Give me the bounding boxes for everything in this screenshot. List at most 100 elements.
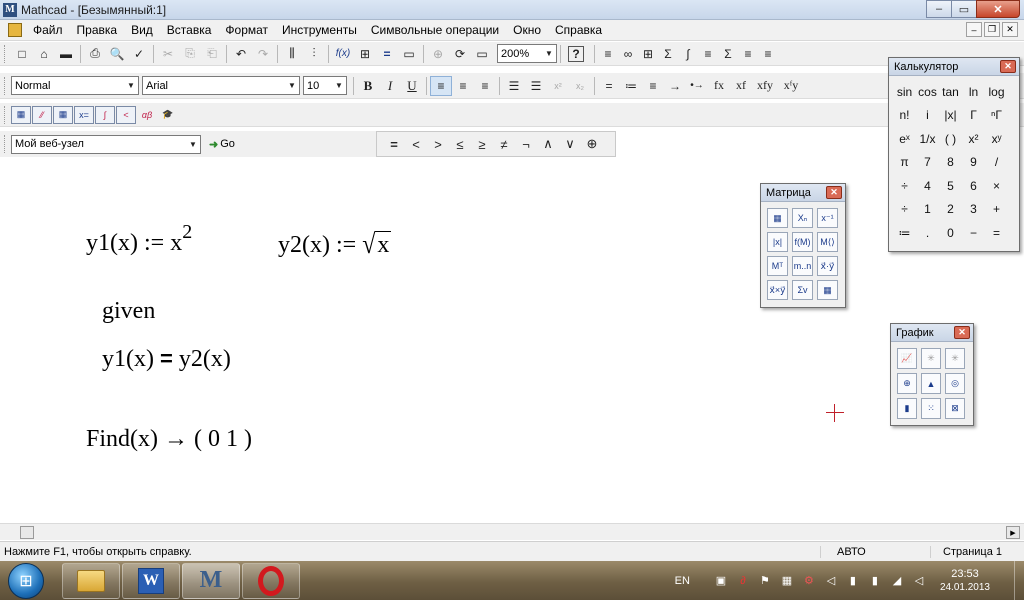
vectorize-icon[interactable]: f(M) <box>792 232 813 252</box>
calculate-button[interactable]: = <box>376 44 398 64</box>
doc-restore-button[interactable]: ❐ <box>984 22 1000 37</box>
doc-minimize-button[interactable]: – <box>966 22 982 37</box>
boolean-toolbar-button[interactable]: < <box>116 105 136 124</box>
language-indicator[interactable]: EN <box>675 575 690 587</box>
division-key[interactable]: ÷ <box>893 198 916 222</box>
align-right-button[interactable]: ≡ <box>474 76 496 96</box>
cut-button[interactable]: ✂ <box>157 44 179 64</box>
exp-key[interactable]: eˣ <box>893 127 916 151</box>
tray-device-icon[interactable]: ▮ <box>868 574 882 588</box>
define-key[interactable]: ≔ <box>893 221 916 245</box>
math-toolbar-button-3[interactable]: ⊞ <box>638 44 658 64</box>
align-across-button[interactable]: ⫼ <box>281 44 303 64</box>
math-toolbar-button-6[interactable]: ≡ <box>698 44 718 64</box>
bool-not-equal-button[interactable]: ≠ <box>493 134 515 154</box>
slash-key[interactable]: / <box>985 151 1008 175</box>
web-url-select[interactable]: Мой веб-узел ▼ <box>11 134 201 154</box>
tan-key[interactable]: tan <box>939 80 962 104</box>
subscript-button[interactable]: x₂ <box>569 76 591 96</box>
palette-titlebar[interactable]: Калькулятор ✕ <box>889 58 1019 76</box>
plus-key[interactable]: + <box>985 198 1008 222</box>
bool-equal-button[interactable]: = <box>383 134 405 154</box>
show-desktop-button[interactable] <box>1014 561 1024 600</box>
undo-button[interactable]: ↶ <box>230 44 252 64</box>
menu-edit[interactable]: Правка <box>70 20 125 41</box>
print-preview-button[interactable]: 🔍 <box>106 44 128 64</box>
font-select[interactable]: Arial ▼ <box>142 76 300 95</box>
bar-plot-icon[interactable]: ▮ <box>897 398 917 419</box>
menu-view[interactable]: Вид <box>124 20 160 41</box>
transpose-icon[interactable]: Mᵀ <box>767 256 788 276</box>
xy-plot-icon[interactable]: 📈 <box>897 348 917 369</box>
print-button[interactable]: ⎙ <box>84 44 106 64</box>
open-file-button[interactable]: ⌂ <box>33 44 55 64</box>
taskbar-opera[interactable] <box>242 562 300 599</box>
menu-symbolics[interactable]: Символьные операции <box>364 20 506 41</box>
menu-tools[interactable]: Инструменты <box>275 20 364 41</box>
calculator-palette-close-button[interactable]: ✕ <box>1000 60 1016 73</box>
italic-button[interactable]: I <box>379 76 401 96</box>
paste-button[interactable]: ⎗ <box>201 44 223 64</box>
determinant-icon[interactable]: |x| <box>767 232 788 252</box>
font-size-select[interactable]: 10 ▼ <box>303 76 347 95</box>
3d-bar-plot-icon[interactable]: ▲ <box>921 373 941 394</box>
inverse-icon[interactable]: x⁻¹ <box>817 208 838 228</box>
range-variable-icon[interactable]: m..n <box>792 256 813 276</box>
power-key[interactable]: xʸ <box>985 127 1008 151</box>
sum-range-button[interactable]: Σ <box>718 44 738 64</box>
digit-9-key[interactable]: 9 <box>962 151 985 175</box>
minus-key[interactable]: − <box>962 221 985 245</box>
eval-global-define-button[interactable]: ≡ <box>642 76 664 96</box>
underline-button[interactable]: U <box>401 76 423 96</box>
tray-monitor-icon[interactable]: ▦ <box>780 574 794 588</box>
minimize-button[interactable]: – <box>926 0 952 18</box>
greek-toolbar-button[interactable]: αβ <box>137 106 157 124</box>
align-left-button[interactable]: ≡ <box>430 75 452 96</box>
abs-key[interactable]: |x| <box>939 104 962 128</box>
bool-xor-button[interactable]: ⊕ <box>581 134 603 154</box>
pi-key[interactable]: π <box>893 151 916 175</box>
bold-button[interactable]: B <box>357 76 379 96</box>
treefix-op-button[interactable]: xᶠy <box>778 76 804 96</box>
calculator-toolbar-button[interactable]: ▦ <box>11 105 31 124</box>
digit-0-key[interactable]: 0 <box>939 221 962 245</box>
menu-format[interactable]: Формат <box>218 20 275 41</box>
toolbar-grip[interactable] <box>4 44 7 63</box>
matrix-toolbar-button[interactable]: ▦ <box>53 105 73 124</box>
y2-definition[interactable]: y2(x) := √x <box>278 230 392 260</box>
bool-less-equal-button[interactable]: ≤ <box>449 134 471 154</box>
resource-center-button[interactable]: ⟳ <box>449 44 471 64</box>
horizontal-scrollbar[interactable]: ▶ <box>0 523 1024 540</box>
reciprocal-key[interactable]: 1/x <box>916 127 939 151</box>
copy-button[interactable]: ⎘ <box>179 44 201 64</box>
find-result[interactable]: Find(x) → ( 0 1 ) <box>86 426 252 453</box>
tray-sound-icon[interactable]: ◁ <box>824 574 838 588</box>
factorial-key[interactable]: n! <box>893 104 916 128</box>
spell-check-button[interactable]: ✓ <box>128 44 150 64</box>
integral-button[interactable]: ∫ <box>678 44 698 64</box>
document-icon[interactable] <box>8 23 22 37</box>
cos-key[interactable]: cos <box>916 80 939 104</box>
y1-definition[interactable]: y1(x) := x2 <box>86 221 192 257</box>
digit-5-key[interactable]: 5 <box>939 174 962 198</box>
align-center-button[interactable]: ≡ <box>452 76 474 96</box>
bool-not-button[interactable]: ¬ <box>515 134 537 154</box>
imaginary-key[interactable]: i <box>916 104 939 128</box>
vector-field-icon[interactable]: ⁙ <box>921 398 941 419</box>
maximize-button[interactable]: ▭ <box>951 0 977 18</box>
evaluation-toolbar-button[interactable]: x= <box>74 105 94 124</box>
menu-file[interactable]: Файл <box>26 20 70 41</box>
start-button[interactable]: ⊞ <box>8 562 44 599</box>
digit-4-key[interactable]: 4 <box>916 174 939 198</box>
insert-picture-button[interactable]: ▭ <box>471 44 493 64</box>
taskbar-explorer[interactable] <box>62 562 120 599</box>
superscript-button[interactable]: x² <box>547 76 569 96</box>
bool-and-button[interactable]: ∧ <box>537 134 559 154</box>
numbered-list-button[interactable]: ☰ <box>525 76 547 96</box>
tray-volume-icon[interactable]: ◁ <box>912 574 926 588</box>
close-button[interactable]: ✕ <box>976 0 1020 18</box>
cross-product-icon[interactable]: x⃗×y⃗ <box>767 280 788 300</box>
insert-unit-button[interactable]: ⊞ <box>354 44 376 64</box>
postfix-op-button[interactable]: xf <box>730 76 752 96</box>
math-toolbar-button-1[interactable]: ≡ <box>598 44 618 64</box>
